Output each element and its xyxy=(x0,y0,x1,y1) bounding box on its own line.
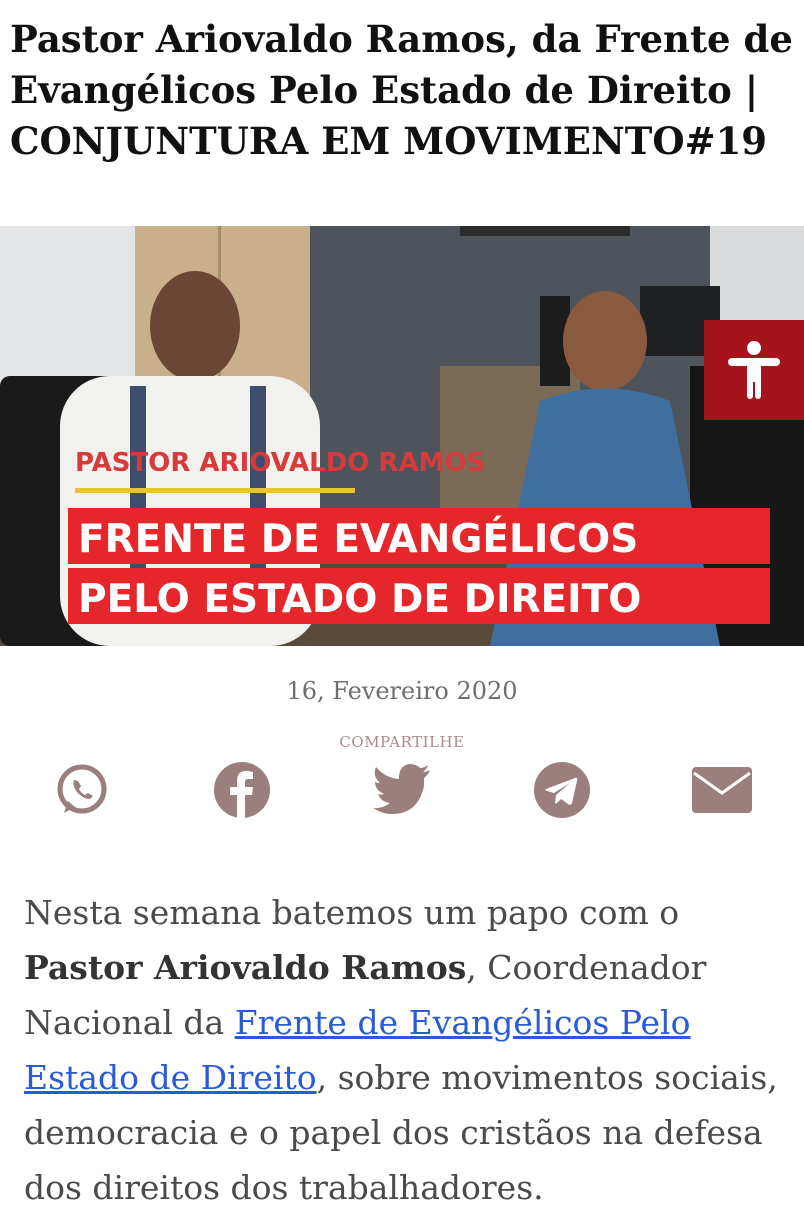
body-name: Pastor Ariovaldo Ramos xyxy=(24,948,467,987)
body-intro: Nesta semana batemos um papo com o xyxy=(24,893,680,932)
article-title: Pastor Ariovaldo Ramos, da Frente de Eva… xyxy=(10,17,793,163)
twitter-icon xyxy=(373,764,430,814)
share-whatsapp-button[interactable] xyxy=(52,760,112,820)
share-telegram-button[interactable] xyxy=(532,760,592,820)
share-email-button[interactable] xyxy=(692,760,752,820)
whatsapp-icon xyxy=(57,764,107,814)
banner-line-2: PELO ESTADO DE DIREITO xyxy=(78,577,641,622)
banner-line-1: FRENTE DE EVANGÉLICOS xyxy=(78,515,638,562)
accessibility-button[interactable] xyxy=(704,320,804,420)
hero-image[interactable]: PASTOR ARIOVALDO RAMOS FRENTE DE EVANGÉL… xyxy=(0,226,804,646)
share-label: COMPARTILHE xyxy=(339,733,465,751)
accessibility-icon xyxy=(728,341,780,399)
publish-date: 16, Fevereiro 2020 xyxy=(286,677,518,705)
share-bar xyxy=(0,760,804,820)
facebook-icon xyxy=(214,762,270,818)
share-facebook-button[interactable] xyxy=(212,760,272,820)
name-caption: PASTOR ARIOVALDO RAMOS xyxy=(75,448,485,478)
article-body: Nesta semana batemos um papo com o Pasto… xyxy=(24,885,794,1215)
telegram-icon xyxy=(534,762,590,818)
hero-photo: PASTOR ARIOVALDO RAMOS FRENTE DE EVANGÉL… xyxy=(0,226,804,646)
email-icon xyxy=(692,767,752,813)
share-twitter-button[interactable] xyxy=(372,760,432,820)
